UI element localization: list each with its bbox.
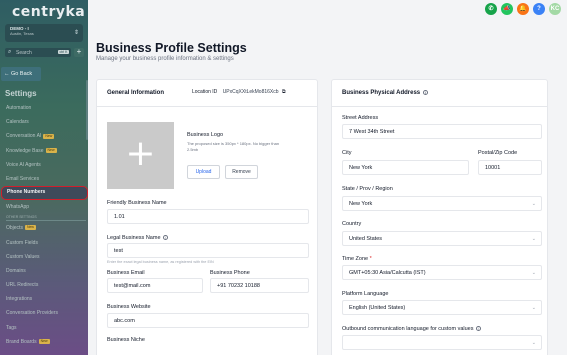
sidebar-item-voice-ai-agents[interactable]: Voice AI Agents: [6, 158, 86, 172]
zip-input[interactable]: 10001: [478, 160, 542, 175]
address-heading: Business Physical Address i: [342, 90, 428, 96]
business-website-input[interactable]: abc.com: [107, 313, 309, 328]
logo-dropzone[interactable]: +: [107, 122, 174, 189]
user-avatar[interactable]: KC: [549, 3, 561, 15]
general-info-heading: General Information: [107, 90, 165, 96]
country-label: Country: [342, 221, 362, 227]
country-select[interactable]: United States ⌄: [342, 231, 542, 246]
state-select[interactable]: New York ⌄: [342, 196, 542, 211]
sidebar-item-domains[interactable]: Domains: [6, 264, 86, 278]
platform-language-select[interactable]: English (United States) ⌄: [342, 300, 542, 315]
sidebar-item-email-services[interactable]: Email Services: [6, 172, 86, 186]
new-badge: New: [24, 225, 36, 231]
plus-icon: +: [125, 133, 156, 174]
sidebar-scrollbar[interactable]: [86, 80, 88, 140]
sidebar-item-whatsapp[interactable]: WhatsApp: [6, 200, 86, 214]
copy-icon[interactable]: ⧉: [282, 89, 286, 95]
legal-name-hint: Enter the exact legal business name, as …: [107, 260, 214, 264]
page-title: Business Profile Settings: [96, 41, 247, 55]
street-input[interactable]: 7 West 34th Street: [342, 124, 542, 139]
sidebar-item-custom-fields[interactable]: Custom Fields: [6, 236, 86, 250]
remove-button[interactable]: Remove: [225, 165, 258, 179]
info-icon[interactable]: i: [476, 326, 481, 332]
address-card: Business Physical Address i Street Addre…: [331, 79, 548, 355]
sidebar-item-automation[interactable]: Automation: [6, 101, 86, 115]
friendly-name-input[interactable]: 1.01: [107, 209, 309, 224]
business-phone-input[interactable]: +91 70232 10188: [210, 278, 309, 293]
quick-add-button[interactable]: +: [74, 48, 84, 57]
timezone-select[interactable]: GMT+05:30 Asia/Calcutta (IST) ⌄: [342, 265, 542, 280]
settings-nav: Automation Calendars Conversation AI New …: [1, 101, 88, 349]
street-label: Street Address: [342, 115, 379, 121]
business-logo-desc: The proposed size is 350px * 180px. No b…: [187, 141, 280, 152]
location-id-label: Location ID: [192, 89, 218, 95]
sidebar-item-custom-values[interactable]: Custom Values: [6, 250, 86, 264]
outbound-language-label: Outbound communication language for cust…: [342, 326, 481, 332]
city-label: City: [342, 150, 352, 156]
upload-button[interactable]: Upload: [187, 165, 220, 179]
chevron-updown-icon: ⇕: [73, 30, 79, 36]
chevron-down-icon: ⌄: [531, 236, 536, 242]
page-subtitle: Manage your business profile information…: [96, 56, 234, 62]
sidebar-item-calendars[interactable]: Calendars: [6, 115, 86, 129]
sidebar-item-url-redirects[interactable]: URL Redirects: [6, 278, 86, 292]
chevron-down-icon: ⌄: [531, 340, 536, 346]
business-website-label: Business Website: [107, 304, 151, 310]
card-divider: [97, 106, 317, 107]
bell-icon[interactable]: 🔔: [517, 3, 529, 15]
search-shortcut: ctrl K: [58, 49, 69, 54]
outbound-language-select[interactable]: ⌄: [342, 335, 542, 350]
other-settings-divider: OTHER SETTINGS: [6, 214, 86, 222]
new-badge: New: [38, 338, 50, 344]
top-actions: ✆ 📣 🔔 ? KC: [485, 3, 561, 15]
search-icon: ⌕: [8, 49, 12, 55]
arrow-left-icon: ←: [4, 71, 10, 77]
megaphone-icon[interactable]: 📣: [501, 3, 513, 15]
new-badge: New: [43, 133, 55, 139]
sidebar-item-integrations[interactable]: Integrations: [6, 292, 86, 306]
city-input[interactable]: New York: [342, 160, 469, 175]
location-id: Location ID UPxCqXXtLekMo816Xcb ⧉: [192, 89, 286, 95]
app-logo: centryka: [12, 4, 86, 20]
chevron-down-icon: ⌄: [531, 305, 536, 311]
card-divider: [332, 106, 547, 107]
legal-name-input[interactable]: test: [107, 243, 309, 258]
business-email-input[interactable]: test@mail.com: [107, 278, 203, 293]
sidebar-item-brand-boards[interactable]: Brand Boards New: [6, 335, 86, 349]
general-info-card: General Information Location ID UPxCqXXt…: [96, 79, 318, 355]
go-back-button[interactable]: ← Go Back: [1, 67, 41, 81]
timezone-label: Time Zone *: [342, 256, 372, 262]
business-logo-title: Business Logo: [187, 132, 224, 138]
sidebar-search[interactable]: ⌕ Search ctrl K: [5, 48, 71, 57]
chevron-down-icon: ⌄: [531, 201, 536, 207]
zip-label: Postal/Zip Code: [478, 150, 518, 156]
business-niche-label: Business Niche: [107, 337, 145, 343]
search-placeholder: Search: [16, 49, 32, 56]
business-phone-label: Business Phone: [210, 270, 250, 276]
account-switcher[interactable]: DEMO - I Austin, Texas ⇕: [5, 24, 83, 42]
legal-name-label: Legal Business Name i: [107, 235, 169, 241]
settings-heading: Settings: [5, 89, 37, 98]
sidebar-item-knowledge-base[interactable]: Knowledge Base New: [6, 144, 86, 158]
info-icon[interactable]: i: [422, 90, 428, 95]
new-badge: New: [45, 147, 57, 153]
phone-icon[interactable]: ✆: [485, 3, 497, 15]
sidebar-item-conversation-ai[interactable]: Conversation AI New: [6, 129, 86, 143]
sidebar-item-tags[interactable]: Tags: [6, 321, 86, 335]
business-email-label: Business Email: [107, 270, 145, 276]
go-back-label: Go Back: [11, 71, 33, 77]
platform-language-label: Platform Language: [342, 291, 389, 297]
help-icon[interactable]: ?: [533, 3, 545, 15]
sidebar-item-conversation-providers[interactable]: Conversation Providers: [6, 306, 86, 320]
sidebar-item-phone-numbers[interactable]: Phone Numbers: [1, 186, 88, 201]
state-label: State / Prov / Region: [342, 186, 393, 192]
account-location: Austin, Texas: [10, 31, 34, 36]
chevron-down-icon: ⌄: [531, 270, 536, 276]
info-icon[interactable]: i: [163, 235, 169, 241]
sidebar: centryka DEMO - I Austin, Texas ⇕ ⌕ Sear…: [0, 0, 88, 355]
location-id-value: UPxCqXXtLekMo816Xcb: [222, 89, 279, 95]
sidebar-item-objects[interactable]: Objects New: [6, 221, 86, 235]
friendly-name-label: Friendly Business Name: [107, 200, 167, 206]
